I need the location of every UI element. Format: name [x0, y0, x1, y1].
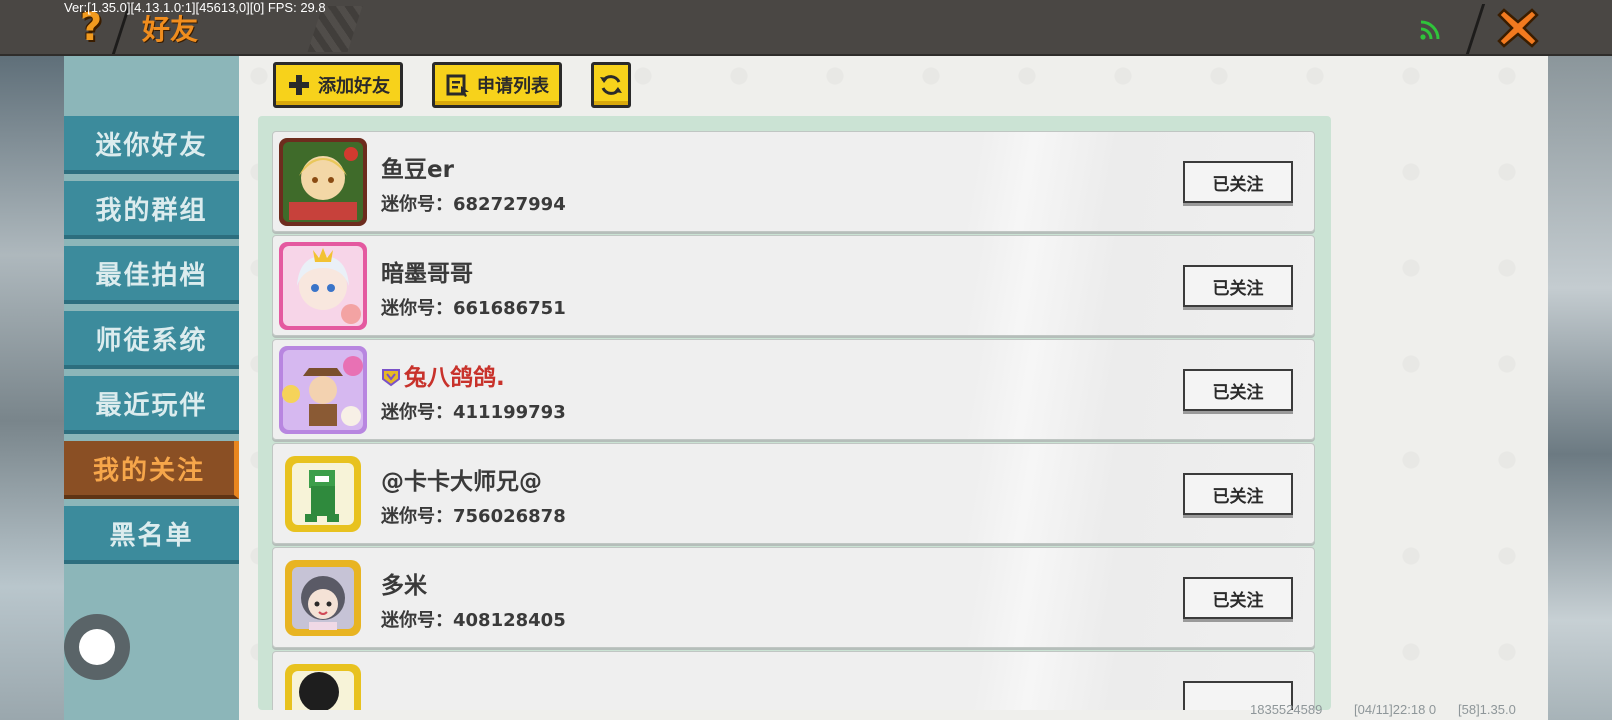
mini-id: 迷你号：661686751: [381, 294, 566, 320]
avatar[interactable]: [279, 450, 367, 538]
friend-name-text: 兔八鸽鸽.: [404, 365, 505, 391]
timestamp: [04/11]22:18 0: [1354, 702, 1437, 717]
refresh-button[interactable]: [591, 62, 631, 108]
wifi-signal-icon: [1420, 20, 1440, 40]
avatar[interactable]: [279, 658, 367, 710]
avatar-image: [279, 138, 367, 226]
mini-id-value: 756026878: [453, 506, 566, 527]
vip-badge-icon: [382, 369, 400, 387]
mini-id-value: 682727994: [453, 194, 566, 215]
list-item[interactable]: [272, 651, 1315, 710]
mini-id: 迷你号：411199793: [381, 398, 566, 424]
mini-id-prefix: 迷你号：: [381, 402, 453, 423]
mini-id: 迷你号：408128405: [381, 606, 566, 632]
followed-button[interactable]: 已关注: [1183, 473, 1293, 515]
add-friend-button[interactable]: 添加好友: [273, 62, 403, 108]
refresh-icon: [600, 75, 622, 95]
friend-name: @卡卡大师兄@: [381, 469, 542, 495]
list-item[interactable]: 多米 迷你号：408128405 已关注: [272, 547, 1315, 648]
close-x-icon[interactable]: [1496, 6, 1540, 50]
friend-name: 暗墨哥哥: [381, 261, 473, 287]
background-scenery-right: [1548, 56, 1612, 720]
avatar[interactable]: [279, 138, 367, 226]
followed-button[interactable]: 已关注: [1183, 161, 1293, 203]
list-item[interactable]: @卡卡大师兄@ 迷你号：756026878 已关注: [272, 443, 1315, 544]
list-item[interactable]: 暗墨哥哥 迷你号：661686751 已关注: [272, 235, 1315, 336]
background-scenery-left: [0, 56, 64, 720]
following-list[interactable]: 鱼豆er 迷你号：682727994 已关注 暗墨哥哥 迷你号：66168675…: [258, 116, 1331, 710]
divider: [1465, 4, 1486, 54]
friend-name: 兔八鸽鸽.: [381, 358, 505, 392]
sidebar-item-mini-friends[interactable]: 迷你好友: [64, 116, 239, 174]
mini-id: 迷你号：756026878: [381, 502, 566, 528]
list-icon: [446, 74, 469, 97]
sidebar-item-mentor-system[interactable]: 师徒系统: [64, 311, 239, 369]
friend-name: 多米: [381, 573, 427, 599]
account-id: 1835524589: [1250, 702, 1323, 717]
mini-id-prefix: 迷你号：: [381, 194, 453, 215]
followed-button[interactable]: 已关注: [1183, 577, 1293, 619]
add-friend-label: 添加好友: [318, 76, 390, 97]
list-item[interactable]: 兔八鸽鸽. 迷你号：411199793 已关注: [272, 339, 1315, 440]
followed-button[interactable]: 已关注: [1183, 369, 1293, 411]
mini-id-prefix: 迷你号：: [381, 610, 453, 631]
mini-id-value: 661686751: [453, 298, 566, 319]
version-text: [58]1.35.0: [1458, 702, 1516, 717]
sidebar-item-my-following[interactable]: 我的关注: [64, 441, 239, 499]
avatar[interactable]: [279, 346, 367, 434]
sidebar-item-blacklist[interactable]: 黑名单: [64, 506, 239, 564]
list-item[interactable]: 鱼豆er 迷你号：682727994 已关注: [272, 131, 1315, 232]
mini-id-prefix: 迷你号：: [381, 298, 453, 319]
avatar[interactable]: [279, 242, 367, 330]
avatar-image: [285, 664, 361, 710]
avatar-image: [285, 560, 361, 636]
avatar-image: [285, 456, 361, 532]
avatar-image: [279, 346, 367, 434]
avatar[interactable]: [279, 554, 367, 642]
request-list-button[interactable]: 申请列表: [432, 62, 562, 108]
mini-id-value: 408128405: [453, 610, 566, 631]
joystick-control[interactable]: [64, 614, 130, 680]
sidebar-item-recent-players[interactable]: 最近玩伴: [64, 376, 239, 434]
mini-id-value: 411199793: [453, 402, 566, 423]
friend-name: 鱼豆er: [381, 157, 454, 183]
followed-button[interactable]: 已关注: [1183, 265, 1293, 307]
sidebar-item-my-groups[interactable]: 我的群组: [64, 181, 239, 239]
mini-id-prefix: 迷你号：: [381, 506, 453, 527]
plus-icon: [289, 75, 309, 95]
avatar-image: [279, 242, 367, 330]
request-list-label: 申请列表: [477, 76, 549, 97]
mini-id: 迷你号：682727994: [381, 190, 566, 216]
debug-info: Ver:[1.35.0][4.13.1.0:1][45613,0][0] FPS…: [64, 0, 326, 15]
sidebar-item-best-partner[interactable]: 最佳拍档: [64, 246, 239, 304]
